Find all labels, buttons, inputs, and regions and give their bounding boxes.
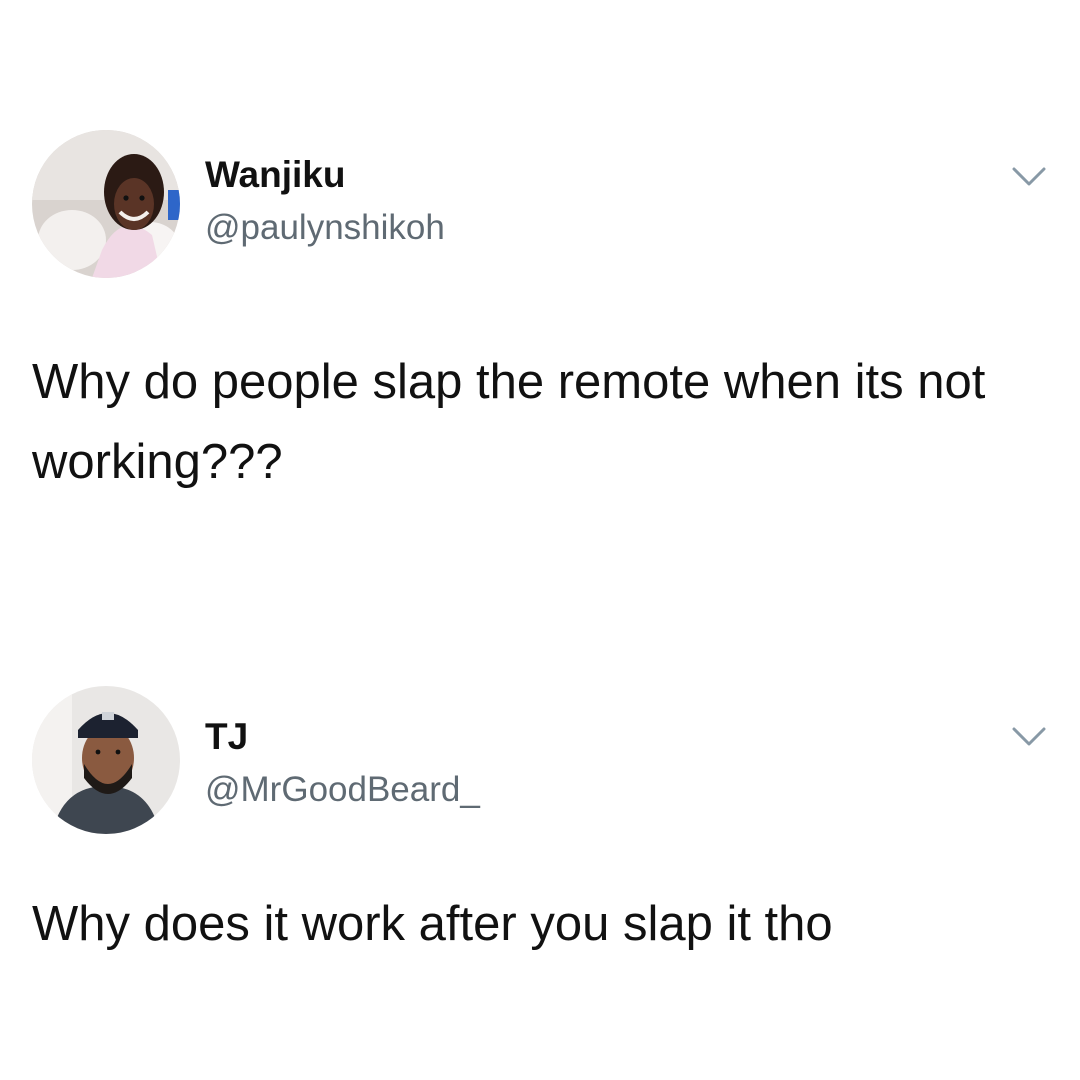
tweet-text: Why do people slap the remote when its n… <box>32 355 986 489</box>
chevron-down-icon[interactable] <box>1010 724 1048 750</box>
profile-photo-icon <box>32 130 180 278</box>
user-handle[interactable]: @MrGoodBeard_ <box>205 770 480 810</box>
user-handle[interactable]: @paulynshikoh <box>205 208 445 248</box>
avatar[interactable] <box>32 686 180 834</box>
profile-photo-icon <box>32 686 180 834</box>
tweet-text: Why does it work after you slap it tho <box>32 897 833 951</box>
avatar[interactable] <box>32 130 180 278</box>
display-name[interactable]: TJ <box>205 716 248 758</box>
chevron-down-icon[interactable] <box>1010 164 1048 190</box>
display-name[interactable]: Wanjiku <box>205 154 345 196</box>
